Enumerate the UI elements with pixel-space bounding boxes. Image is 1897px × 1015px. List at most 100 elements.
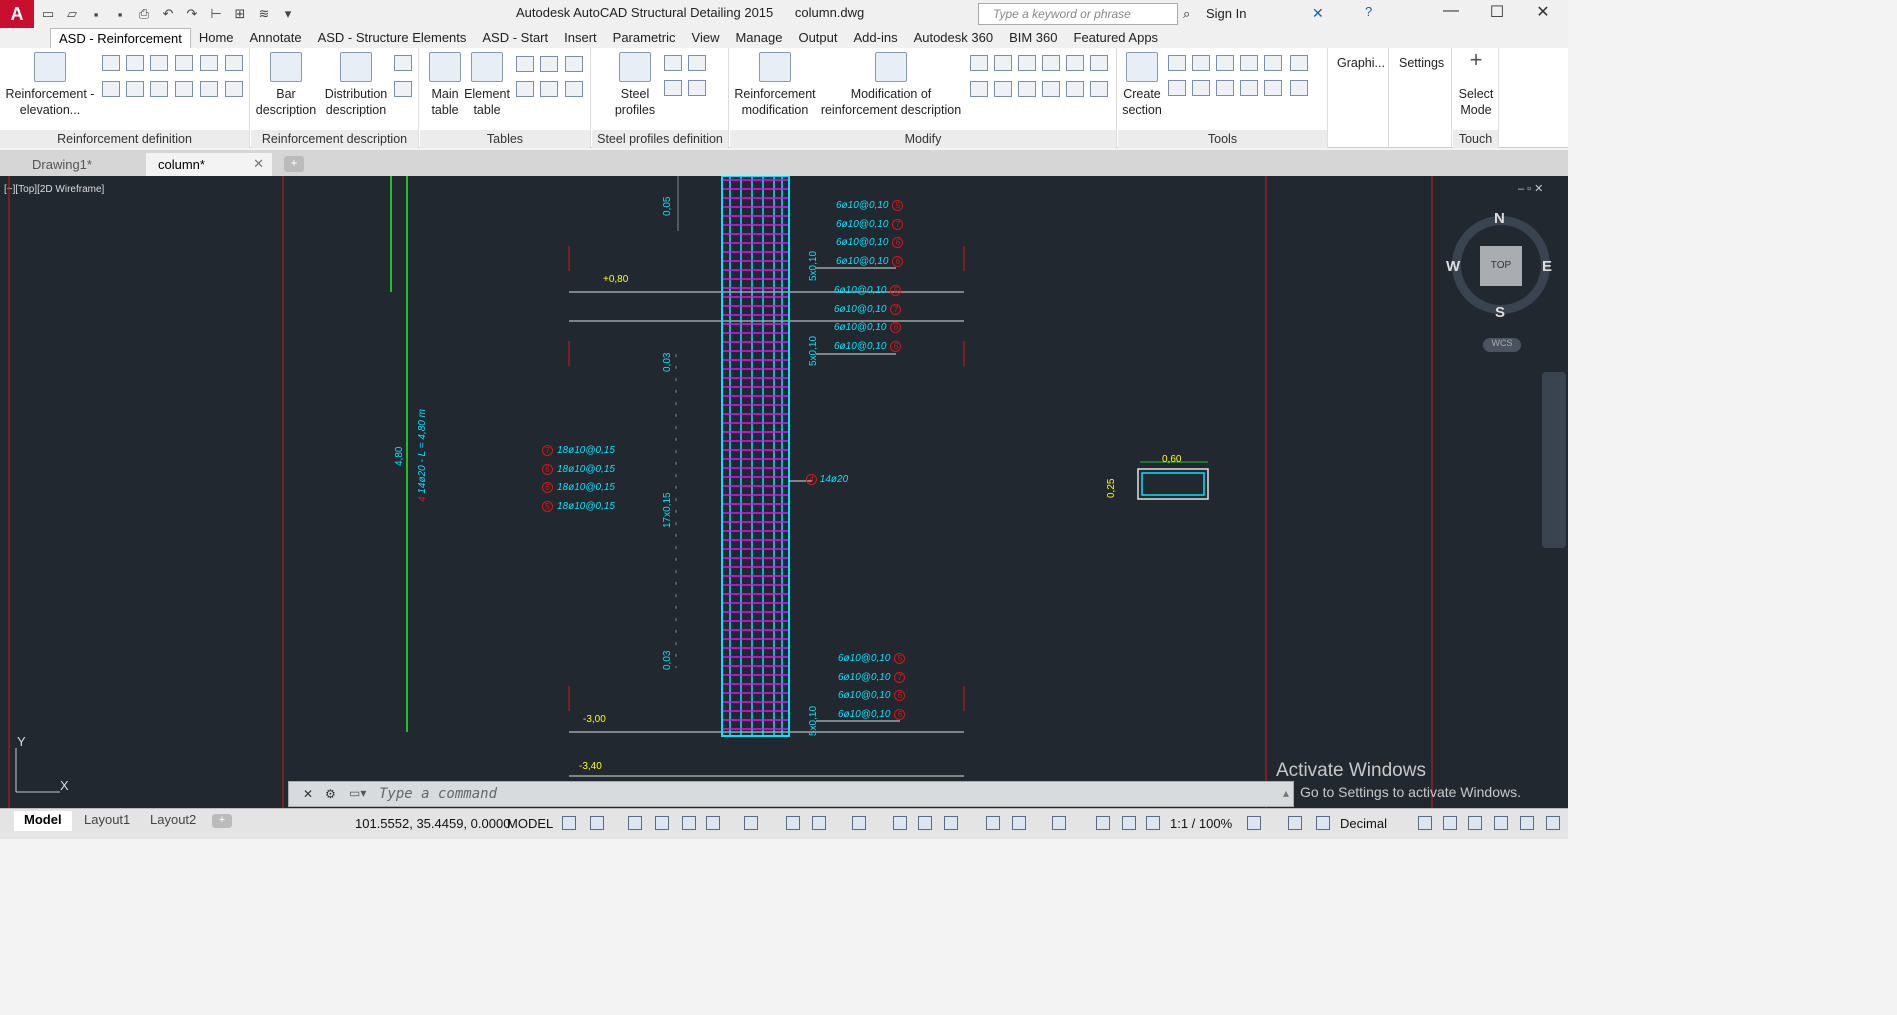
viewcube-top-face[interactable]: TOP (1480, 246, 1522, 286)
close-tab-icon[interactable]: ✕ (253, 156, 264, 172)
tab-home[interactable]: Home (191, 28, 242, 48)
table-tool-icon[interactable] (516, 81, 534, 97)
tool-icon[interactable] (1168, 80, 1186, 96)
tool-icon[interactable] (1290, 55, 1308, 71)
panel-title[interactable]: Tools (1118, 130, 1327, 148)
ortho-icon[interactable] (682, 816, 696, 830)
layout-tab-model[interactable]: Model (14, 811, 72, 831)
help-icon[interactable]: ? (1365, 4, 1372, 19)
compass-west[interactable]: W (1446, 258, 1460, 275)
dynamic-input-icon[interactable] (655, 816, 669, 830)
grid-icon[interactable] (562, 816, 576, 830)
table-tool-icon[interactable] (565, 81, 583, 97)
snap-icon[interactable] (590, 816, 604, 830)
exchange-icon[interactable]: ✕ (1312, 5, 1324, 22)
modify-tool-icon[interactable] (994, 81, 1012, 97)
steel-tool-icon[interactable] (688, 55, 706, 71)
units-readout[interactable]: Decimal (1340, 816, 1387, 831)
tab-annotate[interactable]: Annotate (242, 28, 310, 48)
sign-in-button[interactable]: Sign In (1206, 6, 1246, 21)
settings-button[interactable]: Settings (1399, 56, 1444, 70)
dynamic-ucs-icon[interactable] (986, 816, 1000, 830)
doc-tab-column[interactable]: column* ✕ (146, 153, 272, 176)
tool-icon[interactable] (1240, 80, 1258, 96)
main-table-button[interactable]: Main table (424, 52, 466, 118)
tab-asd-start[interactable]: ASD - Start (474, 28, 556, 48)
quick-properties-icon[interactable] (1418, 816, 1432, 830)
clean-screen-icon[interactable] (1520, 816, 1534, 830)
tool-icon[interactable] (1168, 55, 1186, 71)
annotation-scale-icon[interactable] (1146, 816, 1160, 830)
isolate-objects-icon[interactable] (1468, 816, 1482, 830)
modify-tool-icon[interactable] (1018, 55, 1036, 71)
drawing-canvas[interactable]: [−][Top][2D Wireframe] – ▫ ✕ +0,80 -3,00… (0, 176, 1568, 808)
tab-add-ins[interactable]: Add-ins (845, 28, 905, 48)
customize-command-icon[interactable]: ⚙ (325, 787, 336, 801)
object-snap-icon[interactable] (812, 816, 826, 830)
units-icon[interactable] (1316, 816, 1330, 830)
tab-output[interactable]: Output (790, 28, 845, 48)
navigation-bar[interactable] (1542, 372, 1566, 548)
modify-tool-icon[interactable] (1066, 81, 1084, 97)
table-tool-icon[interactable] (516, 56, 534, 72)
rebar-distribution-icon[interactable] (225, 81, 243, 97)
tab-asd-structure-elements[interactable]: ASD - Structure Elements (310, 28, 475, 48)
reinforcement-elevation-button[interactable]: Reinforcement - elevation... (4, 52, 96, 118)
reinforcement-modification-button[interactable]: Reinforcement modification (732, 52, 818, 118)
selection-filter-icon[interactable] (1012, 816, 1026, 830)
table-tool-icon[interactable] (540, 81, 558, 97)
close-command-icon[interactable]: ✕ (303, 787, 313, 801)
rebar-distribution-icon[interactable] (126, 81, 144, 97)
tab-manage[interactable]: Manage (727, 28, 790, 48)
tab-parametric[interactable]: Parametric (605, 28, 684, 48)
tool-icon[interactable] (1216, 80, 1234, 96)
steel-tool-icon[interactable] (664, 55, 682, 71)
modify-tool-icon[interactable] (1090, 55, 1108, 71)
tool-icon[interactable] (1264, 80, 1282, 96)
element-table-button[interactable]: Element table (464, 52, 510, 118)
tab-autodesk-360[interactable]: Autodesk 360 (906, 28, 1002, 48)
selection-cycling-icon[interactable] (918, 816, 932, 830)
layout-tab-layout1[interactable]: Layout1 (74, 811, 140, 831)
application-menu-button[interactable]: A (0, 0, 34, 28)
tool-icon[interactable] (1240, 55, 1258, 71)
tool-icon[interactable] (1290, 80, 1308, 96)
save-icon[interactable]: ▪ (86, 4, 106, 24)
close-button[interactable]: ✕ (1520, 2, 1566, 26)
print-icon[interactable]: ⎙ (134, 4, 154, 24)
modify-tool-icon[interactable] (970, 81, 988, 97)
tool-icon[interactable] (1216, 55, 1234, 71)
rebar-distribution-icon[interactable] (150, 81, 168, 97)
search-input[interactable]: Type a keyword or phrase (978, 3, 1178, 25)
wcs-menu[interactable]: WCS (1483, 338, 1521, 352)
steel-tool-icon[interactable] (664, 80, 682, 96)
tool-icon[interactable] (1192, 80, 1210, 96)
annotation-scale-readout[interactable]: 1:1 / 100% (1170, 816, 1232, 831)
description-tool-icon[interactable] (394, 55, 412, 71)
rebar-shape-icon[interactable] (102, 55, 120, 71)
auto-scale-icon[interactable] (1122, 816, 1136, 830)
coordinates-readout[interactable]: 101.5552, 35.4459, 0.0000 (355, 816, 510, 831)
steel-profiles-button[interactable]: Steel profiles (612, 52, 658, 118)
new-tab-icon[interactable]: + (284, 156, 304, 172)
modify-tool-icon[interactable] (1042, 55, 1060, 71)
object-snap-tracking-icon[interactable] (786, 816, 800, 830)
annotation-visibility-icon[interactable] (1096, 816, 1110, 830)
tab-view[interactable]: View (684, 28, 728, 48)
table-tool-icon[interactable] (565, 56, 583, 72)
maximize-button[interactable]: ☐ (1474, 2, 1520, 26)
undo-icon[interactable]: ↶ (158, 4, 178, 24)
rebar-shape-icon[interactable] (126, 55, 144, 71)
model-space-toggle[interactable]: MODEL (507, 816, 553, 831)
modify-tool-icon[interactable] (1018, 81, 1036, 97)
redo-icon[interactable]: ↷ (182, 4, 202, 24)
tab-bim-360[interactable]: BIM 360 (1001, 28, 1065, 48)
compass-south[interactable]: S (1495, 304, 1505, 321)
customize-qat-icon[interactable]: ▾ (278, 4, 298, 24)
annotation-monitor-icon[interactable] (1288, 816, 1302, 830)
steel-tool-icon[interactable] (688, 80, 706, 96)
workspace-switching-icon[interactable] (1247, 816, 1261, 830)
new-layout-icon[interactable]: + (212, 814, 232, 828)
3d-osnap-icon[interactable] (944, 816, 958, 830)
lock-ui-icon[interactable] (1443, 816, 1457, 830)
